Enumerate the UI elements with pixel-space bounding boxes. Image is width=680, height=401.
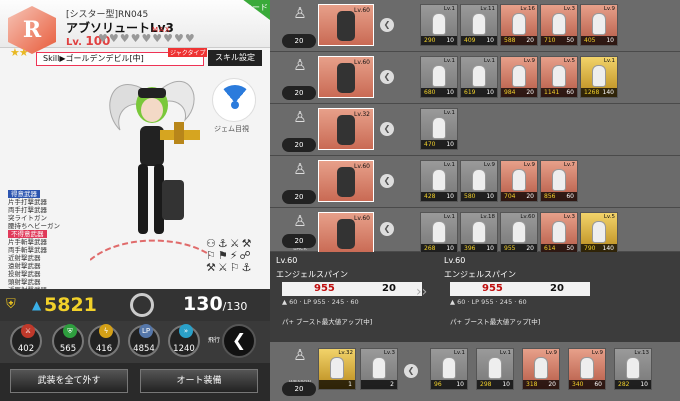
arrow-left-icon[interactable]: ❮ — [380, 222, 394, 236]
slot-row-body: ♙BODY 20 Lv.60 ❮ Lv.168010Lv.161910Lv.99… — [270, 52, 680, 104]
weapon-card[interactable]: Lv.1 96 10 — [430, 348, 468, 390]
equipped-card[interactable]: Lv.60 — [318, 160, 374, 202]
equipped-card[interactable]: Lv.32 — [318, 108, 374, 150]
lp-icon: LP — [139, 324, 153, 338]
slot-row-weapon: ♙WEAPON 20 Lv.321 Lv.32 ❮ Lv.19610Lv.129… — [270, 342, 680, 401]
equipped-card[interactable]: Lv.60 — [318, 56, 374, 98]
inventory-card[interactable]: Lv.5 790 140 — [580, 212, 618, 254]
total-power: 5821 — [44, 294, 97, 316]
arrow-left-icon[interactable]: ❮ — [404, 364, 418, 378]
slot-count: 20 — [282, 34, 316, 48]
action-buttons: 武装を全て外す オート装備 — [0, 363, 270, 401]
arrow-left-icon[interactable]: ❮ — [380, 18, 394, 32]
pose-controls[interactable]: ⚇⚓⚔⚒ ⚐⚑⚡☍ ⚒⚔⚐⚓ — [206, 238, 264, 274]
inventory-card[interactable]: Lv.1 428 10 — [420, 160, 458, 202]
speed-icon: » — [179, 324, 193, 338]
equipment-panel: ♙HEAD 20 Lv.60 ❮ Lv.129010Lv.1140910Lv.1… — [270, 0, 680, 401]
slot-row-back: ♙ BACK 20 Lv.60 ❮ Lv.1 268 10 Lv.18 396 10 Lv.6… — [270, 208, 680, 254]
compare-left: Lv.60 エンジェルスパイン 955 20 ▲ 60 · LP 955 · 24… — [276, 256, 426, 326]
inventory-card[interactable]: Lv.11 409 10 — [460, 4, 498, 46]
rarity-stars: ★★ — [10, 46, 29, 59]
inventory-card[interactable]: Lv.5 1141 60 — [540, 56, 578, 98]
shield-icon: ⛨ — [63, 324, 77, 338]
inventory-card[interactable]: Lv.7 856 60 — [540, 160, 578, 202]
inventory-card[interactable]: Lv.9 704 20 — [500, 160, 538, 202]
remove-all-button[interactable]: 武装を全て外す — [10, 369, 128, 393]
character-figure — [90, 80, 210, 261]
affection-hearts: ♥♥♥♥♥♥♥♥♥ MAX — [98, 26, 196, 45]
inventory-card[interactable]: Lv.1 470 10 — [420, 108, 458, 150]
inventory-card[interactable]: Lv.1 680 10 — [420, 56, 458, 98]
defense-stat: ⛨ 565 — [52, 324, 84, 357]
equipped-card[interactable]: Lv.60 — [318, 212, 374, 254]
arrow-left-icon[interactable]: ❮ — [380, 174, 394, 188]
power-summary-bar: ⛨ ▲ 5821 130/130 — [0, 289, 270, 321]
cost-ring-icon — [130, 293, 154, 317]
cost-display: 130/130 — [183, 293, 248, 315]
lp-stat: LP 4854 — [128, 324, 160, 357]
arrow-left-icon[interactable]: ❮ — [380, 70, 394, 84]
character-panel: R ★★ [シスター型]RN045 アブソリュートLv3 カード Lv. 100… — [0, 0, 270, 401]
fly-wing-icon[interactable]: ❮ — [222, 324, 256, 358]
slot-count: 20 — [282, 86, 316, 100]
sword-icon: ⚔ — [21, 324, 35, 338]
lightning-icon: ϟ — [99, 324, 113, 338]
slot-row-leg: ♙LEG 20 Lv.60 ❮ Lv.142810Lv.958010Lv.970… — [270, 156, 680, 208]
inventory-card[interactable]: Lv.9 984 20 — [500, 56, 538, 98]
slot-row-head: ♙HEAD 20 Lv.60 ❮ Lv.129010Lv.1140910Lv.1… — [270, 0, 680, 52]
equipped-weapon-2[interactable]: Lv.3 2 — [360, 348, 398, 390]
slot-row-arm: ♙ARM 20 Lv.32 ❮ Lv.147010 — [270, 104, 680, 156]
skill-settings-button[interactable]: スキル設定 — [208, 50, 262, 66]
auto-equip-button[interactable]: オート装備 — [140, 369, 258, 393]
inventory-card[interactable]: Lv.3 614 50 — [540, 212, 578, 254]
stat-circles: ⚔ 402 ⛨ 565 ϟ 416 LP 4854 » 1240 飛行 ❮ — [0, 321, 270, 363]
slot-count: 20 — [282, 190, 316, 204]
weapon-aptitude-list: 得意武器 片手打撃武器 両手打撃武器 突ライトガン 腰持ちへビーガン 不得意武器… — [8, 190, 60, 294]
weapon-card[interactable]: Lv.1 298 10 — [476, 348, 514, 390]
skill-tag: ジャクタイプ — [168, 48, 208, 57]
attack-stat: ⚔ 402 — [10, 324, 42, 357]
inventory-card[interactable]: Lv.18 396 10 — [460, 212, 498, 254]
gem-label: ジェム目視 — [214, 125, 249, 133]
speed-stat: » 1240 — [168, 324, 200, 357]
inventory-card[interactable]: Lv.9 580 10 — [460, 160, 498, 202]
gem-gauge-icon[interactable] — [212, 78, 256, 122]
fly-label: 飛行 — [208, 337, 221, 344]
slot-count: 20 — [282, 234, 316, 248]
inventory-card[interactable]: Lv.1 290 10 — [420, 4, 458, 46]
equipped-card[interactable]: Lv.60 — [318, 4, 374, 46]
inventory-card[interactable]: Lv.1 619 10 — [460, 56, 498, 98]
inventory-card[interactable]: Lv.16 588 20 — [500, 4, 538, 46]
inventory-card[interactable]: Lv.1 268 10 — [420, 212, 458, 254]
weapon-card[interactable]: Lv.9 340 60 — [568, 348, 606, 390]
compare-right: Lv.60 エンジェルスパイン 955 20 ▲ 60 · LP 955 · 24… — [444, 256, 594, 326]
inventory-card[interactable]: Lv.3 710 50 — [540, 4, 578, 46]
inventory-card[interactable]: Lv.9 405 10 — [580, 4, 618, 46]
up-arrow-icon: ▲ — [32, 298, 42, 312]
slot-count: 20 — [282, 138, 316, 152]
weapon-card[interactable]: Lv.13 282 10 — [614, 348, 652, 390]
arrow-left-icon[interactable]: ❮ — [380, 122, 394, 136]
power-icon: ⛨ — [6, 297, 16, 312]
inventory-card[interactable]: Lv.60 955 20 — [500, 212, 538, 254]
compare-arrow-icon: ›› — [416, 284, 428, 300]
compare-panel: Lv.60 エンジェルスパイン 955 20 ▲ 60 · LP 955 · 24… — [270, 252, 680, 342]
weapon-card[interactable]: Lv.9 318 20 — [522, 348, 560, 390]
slot-count: 20 — [282, 382, 316, 396]
equipped-weapon-1[interactable]: Lv.32 1 — [318, 348, 356, 390]
agility-stat: ϟ 416 — [88, 324, 120, 357]
inventory-card[interactable]: Lv.1 1268 140 — [580, 56, 618, 98]
